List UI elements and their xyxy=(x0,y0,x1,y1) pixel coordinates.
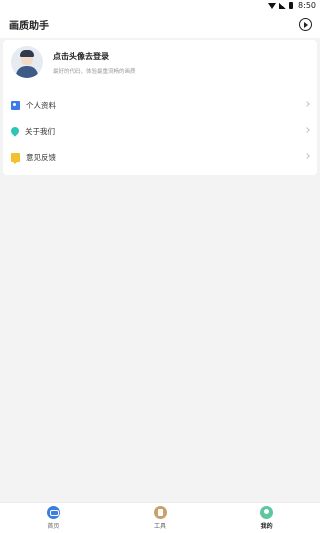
tab-mine[interactable]: 我的 xyxy=(213,503,320,533)
play-icon xyxy=(304,21,308,28)
menu-item-label: 个人资料 xyxy=(26,100,56,110)
login-prompt[interactable]: 点击头像去登录 xyxy=(53,51,109,62)
profile-card: 点击头像去登录 最好的代码，体验最重流畅的画质 个人资料 关于我们 意见反馈 xyxy=(3,40,317,175)
battery-icon xyxy=(289,2,294,9)
menu-item-label: 意见反馈 xyxy=(26,152,56,162)
play-button[interactable] xyxy=(299,18,312,31)
menu-item-about[interactable]: 关于我们 xyxy=(3,118,317,144)
app-title: 画质助手 xyxy=(9,21,49,32)
chevron-right-icon xyxy=(304,153,310,159)
wifi-icon xyxy=(268,2,277,9)
bottom-tab-bar: 首页 工具 我的 xyxy=(0,502,320,533)
avatar-hair xyxy=(20,50,34,57)
tab-mine-label: 我的 xyxy=(260,523,273,530)
profile-section: 点击头像去登录 最好的代码，体验最重流畅的画质 xyxy=(3,40,317,86)
status-time: 8:50 xyxy=(298,1,316,10)
login-subtitle: 最好的代码，体验最重流畅的画质 xyxy=(53,69,136,75)
user-icon xyxy=(260,506,274,519)
tools-icon xyxy=(153,506,167,519)
status-bar: 8:50 xyxy=(0,0,320,11)
chevron-right-icon xyxy=(304,127,310,133)
signal-icon xyxy=(279,2,287,9)
tab-home[interactable]: 首页 xyxy=(0,503,107,533)
menu-item-profile[interactable]: 个人资料 xyxy=(3,92,317,118)
feedback-icon xyxy=(11,152,20,164)
app-bar: 画质助手 xyxy=(0,11,320,38)
tab-tools[interactable]: 工具 xyxy=(107,503,214,533)
tab-tools-label: 工具 xyxy=(154,523,167,530)
settings-menu: 个人资料 关于我们 意见反馈 xyxy=(3,92,317,170)
chevron-right-icon xyxy=(304,101,310,107)
avatar-body xyxy=(16,66,38,78)
tab-home-label: 首页 xyxy=(47,523,60,530)
avatar[interactable] xyxy=(11,46,43,78)
id-card-icon xyxy=(11,100,20,110)
lightbulb-icon xyxy=(9,125,21,137)
gamepad-icon xyxy=(46,506,60,519)
menu-item-label: 关于我们 xyxy=(25,126,55,136)
menu-item-feedback[interactable]: 意见反馈 xyxy=(3,144,317,170)
